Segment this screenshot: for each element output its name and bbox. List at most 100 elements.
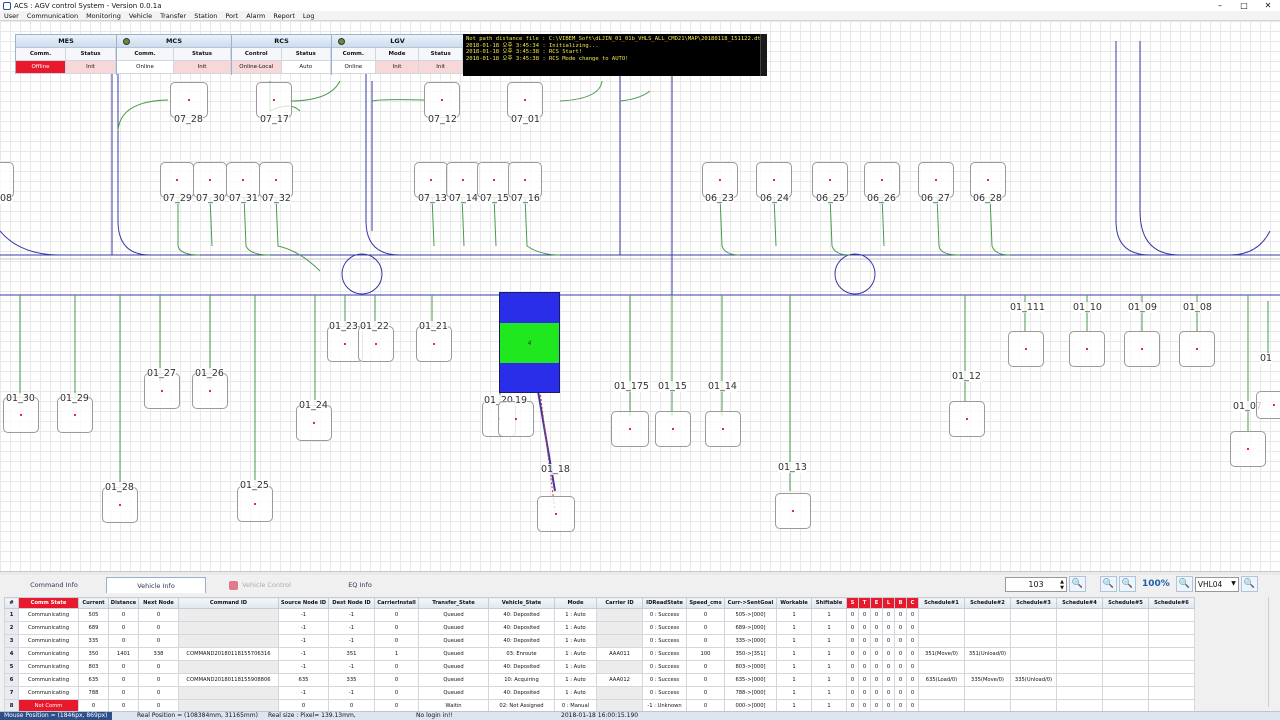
station-01-25[interactable] [237,486,273,522]
log-scrollbar[interactable] [760,34,767,76]
column-header[interactable]: Next Node [138,597,179,609]
column-header[interactable]: Schedule#3 [1010,597,1057,609]
table-scrollbar[interactable] [1268,597,1277,707]
column-header[interactable]: Workable [776,597,812,609]
station-19[interactable] [498,401,534,437]
table-cell: 1 [811,660,847,674]
maximize-button[interactable]: □ [1232,1,1256,10]
table-row[interactable]: 3 Communicating 335 0 0 -1 -1 0 Queued 40: Deposi… [4,634,1195,648]
station-01-14[interactable] [705,411,741,447]
column-header[interactable]: Schedule#1 [918,597,965,609]
column-header[interactable]: Schedule#5 [1102,597,1149,609]
table-header-row: # Comm State Current Distance Next Node Comma… [4,597,1195,609]
station-01-12[interactable] [949,401,985,437]
minimize-button[interactable]: – [1208,1,1232,10]
tab-vehicle-control[interactable]: Vehicle Control [210,577,310,593]
station-07-28[interactable] [170,82,208,118]
menu-user[interactable]: User [0,12,23,20]
zoom-reset-icon[interactable]: 🔍 [1175,576,1193,592]
column-header[interactable]: S [846,597,859,609]
tab-vehicle-info[interactable]: Vehicle Info [106,577,206,593]
column-header[interactable]: Schedule#6 [1148,597,1195,609]
table-row[interactable]: 4 Communicating 350 1401 338 COMMAND201801181… [4,647,1195,661]
table-cell: 40: Deposited [488,608,555,622]
column-header[interactable]: Current [78,597,109,609]
zoom-out-icon[interactable]: 🔍 [1119,576,1136,592]
station-07-17[interactable] [256,82,292,118]
menu-vehicle[interactable]: Vehicle [125,12,156,20]
station-01-07[interactable] [1230,431,1266,467]
column-header[interactable]: Distance [108,597,139,609]
column-header[interactable]: # [4,597,19,609]
tab-eq-info[interactable]: EQ Info [310,577,410,593]
column-header[interactable]: Comm State [18,597,79,609]
column-header[interactable]: Schedule#2 [964,597,1011,609]
table-cell: 0 [882,647,895,661]
menu-report[interactable]: Report [269,12,299,20]
column-header[interactable]: CarrierInstall [374,597,419,609]
number-spinner[interactable]: 103 ▲ ▼ [1005,576,1067,592]
column-header[interactable]: Vehicle_State [488,597,555,609]
station-01-13[interactable] [775,493,811,529]
column-header[interactable]: Source Node ID [278,597,329,609]
table-cell: 0 [894,608,907,622]
column-header[interactable]: Carrier ID [596,597,643,609]
table-row[interactable]: 1 Communicating 505 0 0 -1 -1 0 Queued 40: Deposi… [4,608,1195,622]
log-panel[interactable]: Not path distance file : C:\VIBEM_Soft\d… [463,34,767,76]
mcs-status: MCS Comm. Status Online Init [117,35,232,75]
table-row[interactable]: 2 Communicating 689 0 0 -1 -1 0 Queued 40: Deposi… [4,621,1195,635]
station-label: 07_01 [511,114,540,125]
column-header[interactable]: C [906,597,919,609]
station-01-edge[interactable] [1256,391,1280,419]
station-01-09[interactable] [1124,331,1160,367]
column-header[interactable]: Dest Node ID [328,597,375,609]
column-header[interactable]: Transfer_State [418,597,489,609]
column-header[interactable]: T [858,597,871,609]
column-header[interactable]: Command ID [178,597,279,609]
table-cell: 0 [846,686,859,700]
table-row[interactable]: 6 Communicating 635 0 0 COMMAND20180118155908… [4,673,1195,687]
station-07-01[interactable] [507,82,543,118]
vehicle-marker[interactable]: 4 [499,292,560,393]
column-header[interactable]: Shiftable [811,597,847,609]
column-header[interactable]: E [870,597,883,609]
mcs-status-value: Init [174,61,231,73]
station-01-15[interactable] [655,411,691,447]
map-view[interactable]: 07_28 07_17 07_12 07_01 07_29 07_30 07_3… [0,21,1280,571]
menu-log[interactable]: Log [299,12,319,20]
table-cell: 335(Unload/0) [1010,673,1057,687]
spinner-arrows-icon[interactable]: ▲ ▼ [1060,579,1064,591]
find-vehicle-icon[interactable]: 🔍 [1240,576,1258,592]
table-row[interactable]: 5 Communicating 803 0 0 -1 -1 0 Queued 40: Deposi… [4,660,1195,674]
column-header[interactable]: L [882,597,895,609]
lgv-title: LGV [390,37,405,45]
column-header[interactable]: Speed_cms [686,597,725,609]
column-header[interactable]: Schedule#4 [1056,597,1103,609]
column-header[interactable]: Curr->SentGoal [724,597,777,609]
station-01-111[interactable] [1008,331,1044,367]
menu-communication[interactable]: Communication [23,12,82,20]
rcs-status-value: Auto [281,61,331,73]
table-cell: 351 [328,647,375,661]
station-07-12[interactable] [424,82,460,118]
table-cell: 1 [374,647,419,661]
column-header[interactable]: Mode [554,597,597,609]
column-header[interactable]: IDReadState [642,597,687,609]
menu-station[interactable]: Station [190,12,221,20]
zoom-in-icon[interactable]: 🔍 [1100,576,1117,592]
station-01-18[interactable] [537,496,575,532]
station-01-175[interactable] [611,411,649,447]
station-01-08[interactable] [1179,331,1215,367]
table-cell: 40: Deposited [488,686,555,700]
menu-monitoring[interactable]: Monitoring [82,12,125,20]
column-header[interactable]: B [894,597,907,609]
station-01-10[interactable] [1069,331,1105,367]
tab-command-info[interactable]: Command Info [4,577,104,593]
menu-port[interactable]: Port [221,12,242,20]
close-button[interactable]: ✕ [1256,1,1280,10]
search-icon[interactable]: 🔍 [1069,576,1086,592]
table-row[interactable]: 7 Communicating 788 0 0 -1 -1 0 Queued 40: Deposi… [4,686,1195,700]
vehicle-select[interactable]: VHL04 ▼ [1194,576,1239,592]
menu-alarm[interactable]: Alarm [242,12,269,20]
menu-transfer[interactable]: Transfer [156,12,190,20]
